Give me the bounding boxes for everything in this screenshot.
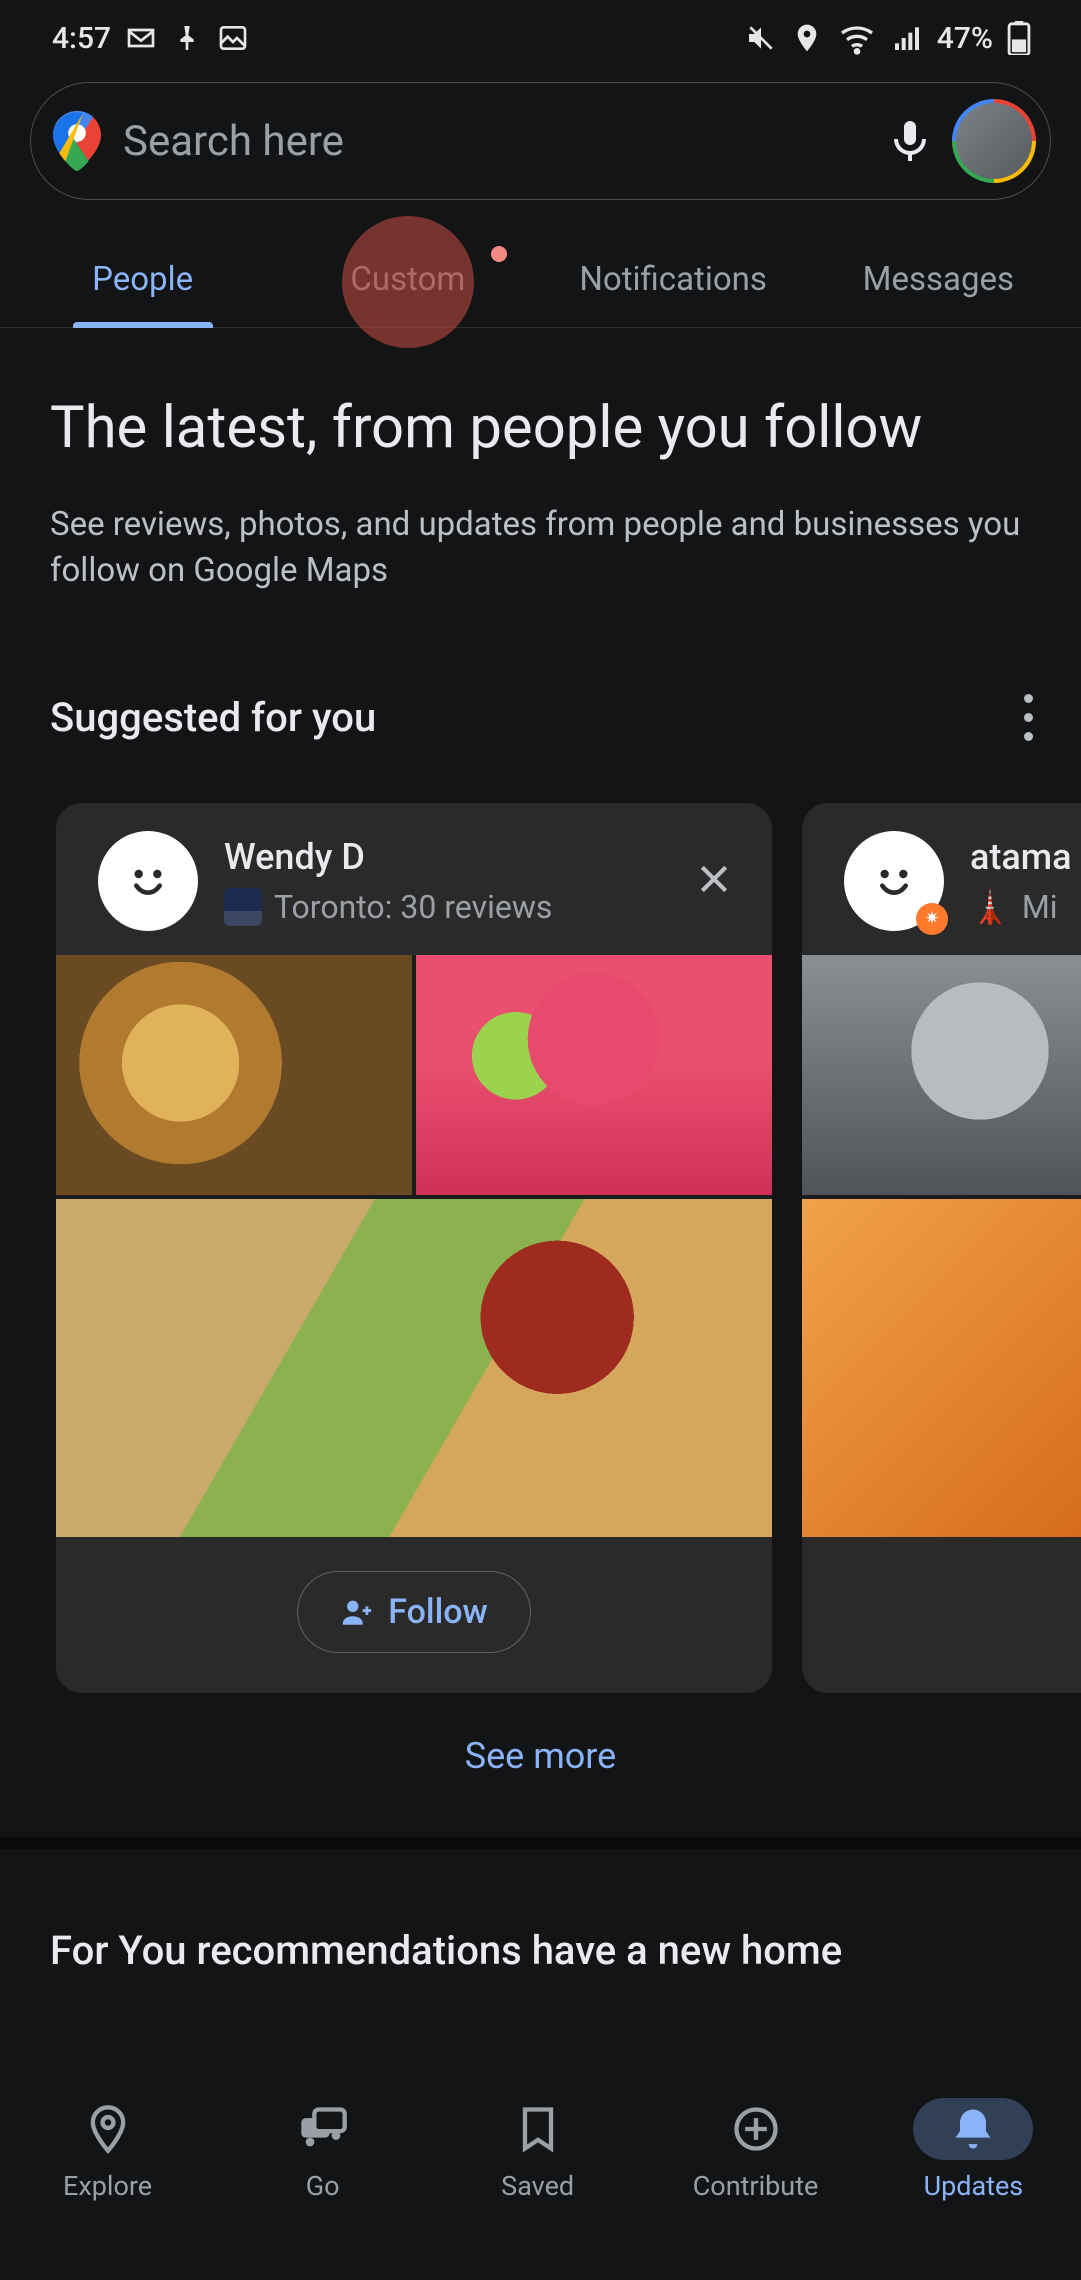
explore-icon <box>82 2103 134 2155</box>
image-icon <box>217 22 249 54</box>
status-time: 4:57 <box>52 21 111 56</box>
local-guide-badge-icon: ✷ <box>916 903 948 935</box>
mic-icon[interactable] <box>886 117 934 165</box>
feed-headline: The latest, from people you follow <box>50 394 1031 464</box>
search-placeholder: Search here <box>101 117 886 166</box>
go-icon <box>297 2103 349 2155</box>
tab-custom-dot <box>491 246 507 262</box>
tab-people[interactable]: People <box>10 236 275 327</box>
battery-percent: 47% <box>937 21 993 56</box>
profile-button[interactable] <box>952 99 1036 183</box>
photo-thumbnail[interactable] <box>56 955 412 1195</box>
nav-saved[interactable]: Saved <box>478 2098 598 2202</box>
photo-thumbnail[interactable] <box>802 955 1081 1195</box>
person-meta: Toronto: 30 reviews <box>224 888 662 926</box>
follow-button-label: Follow <box>388 1592 488 1632</box>
status-bar: 4:57 47% <box>0 0 1081 72</box>
suggested-card[interactable]: ✷ atama 🗼 Mi <box>802 803 1081 1693</box>
photo-grid[interactable] <box>802 955 1081 1537</box>
smile-icon <box>866 853 922 909</box>
tab-notifications[interactable]: Notifications <box>541 236 806 327</box>
tab-messages[interactable]: Messages <box>806 236 1071 327</box>
status-right: 47% <box>745 18 1031 58</box>
tab-people-label: People <box>92 260 193 299</box>
for-you-title: For You recommendations have a new home <box>50 1927 1031 1974</box>
avatar[interactable]: ✷ <box>844 831 944 931</box>
updates-icon <box>947 2103 999 2155</box>
person-name: atama <box>970 836 1081 878</box>
suggested-title: Suggested for you <box>50 694 376 741</box>
dismiss-button[interactable] <box>688 853 740 909</box>
nav-contribute-label: Contribute <box>693 2170 819 2202</box>
suggested-card[interactable]: Wendy D Toronto: 30 reviews <box>56 803 772 1693</box>
gmail-icon <box>125 22 157 54</box>
person-add-icon <box>340 1595 374 1629</box>
tab-messages-label: Messages <box>863 260 1014 299</box>
tower-icon: 🗼 <box>970 888 1010 926</box>
see-more-link[interactable]: See more <box>0 1735 1081 1777</box>
person-meta: 🗼 Mi <box>970 888 1081 926</box>
city-chip-icon <box>224 888 262 926</box>
avatar[interactable] <box>98 831 198 931</box>
photo-thumbnail[interactable] <box>416 955 772 1195</box>
wifi-icon <box>837 18 877 58</box>
signal-icon <box>891 22 923 54</box>
photo-thumbnail[interactable] <box>802 1199 1081 1537</box>
saved-icon <box>512 2103 564 2155</box>
search-bar[interactable]: Search here <box>30 82 1051 200</box>
smile-icon <box>120 853 176 909</box>
maps-pin-icon <box>53 111 101 171</box>
suggested-cards[interactable]: Wendy D Toronto: 30 reviews <box>0 751 1081 1693</box>
contribute-icon <box>730 2103 782 2155</box>
suggested-more-button[interactable] <box>1014 684 1043 751</box>
person-name: Wendy D <box>224 836 662 878</box>
photo-thumbnail[interactable] <box>56 1199 772 1537</box>
battery-icon <box>1007 21 1031 55</box>
nav-go-label: Go <box>306 2170 340 2202</box>
tab-notifications-label: Notifications <box>579 260 767 299</box>
location-icon <box>791 22 823 54</box>
nav-updates-label: Updates <box>924 2170 1024 2202</box>
person-meta-text: Toronto: 30 reviews <box>274 888 552 926</box>
person-meta-text: Mi <box>1022 888 1058 926</box>
section-divider <box>0 1837 1081 1849</box>
feed-subhead: See reviews, photos, and updates from pe… <box>50 502 1031 594</box>
status-left: 4:57 <box>52 21 249 56</box>
mute-icon <box>745 22 777 54</box>
close-icon <box>694 859 734 899</box>
nav-explore-label: Explore <box>63 2170 152 2202</box>
nav-explore[interactable]: Explore <box>48 2098 168 2202</box>
tab-custom-label: Custom <box>350 260 465 299</box>
nav-go[interactable]: Go <box>263 2098 383 2202</box>
photo-grid[interactable] <box>56 955 772 1537</box>
nav-saved-label: Saved <box>501 2170 574 2202</box>
nav-contribute[interactable]: Contribute <box>693 2098 819 2202</box>
pin-icon <box>171 22 203 54</box>
follow-button[interactable]: Follow <box>297 1571 531 1653</box>
updates-tabs: People Custom Notifications Messages <box>0 236 1081 328</box>
profile-avatar <box>956 103 1032 179</box>
nav-updates[interactable]: Updates <box>913 2098 1033 2202</box>
bottom-nav: Explore Go Saved Contribute <box>0 2080 1081 2280</box>
tab-custom[interactable]: Custom <box>275 236 540 327</box>
